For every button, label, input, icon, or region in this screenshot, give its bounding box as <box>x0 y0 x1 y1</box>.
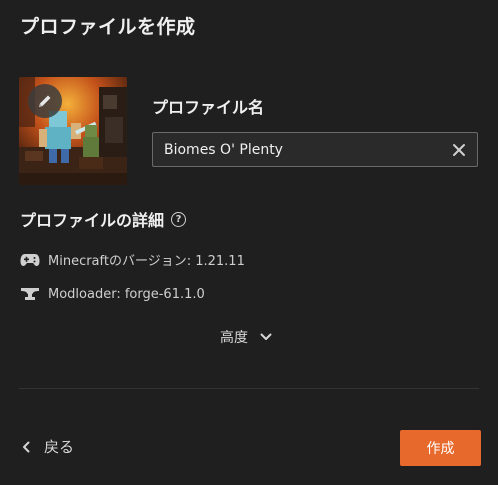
profile-name-field[interactable] <box>152 132 478 167</box>
edit-thumbnail-button[interactable] <box>28 84 62 118</box>
profile-details-heading: プロファイルの詳細 ? <box>20 207 187 231</box>
modloader-text: Modloader: forge-61.1.0 <box>48 286 205 302</box>
dialog-title: プロファイルを作成 <box>20 16 196 38</box>
profile-name-input[interactable] <box>164 133 434 166</box>
minecraft-version-row: Minecraftのバージョン: 1.21.11 <box>20 250 245 269</box>
anvil-icon <box>20 286 40 302</box>
chevron-down-icon <box>260 333 272 341</box>
chevron-left-icon <box>22 441 30 453</box>
create-button[interactable]: 作成 <box>400 430 481 466</box>
close-icon <box>453 144 465 156</box>
advanced-toggle[interactable]: 高度 <box>220 327 272 347</box>
help-icon[interactable]: ? <box>171 211 187 227</box>
profile-details-title: プロファイルの詳細 <box>20 211 165 230</box>
create-profile-dialog: プロファイルを作成 プロファイル名 Biomes O' Plenty プロファイ… <box>0 0 498 485</box>
clear-name-button[interactable] <box>451 142 467 158</box>
profile-thumbnail[interactable] <box>19 77 127 185</box>
advanced-label: 高度 <box>220 330 248 346</box>
edit-pencil-icon <box>39 95 51 107</box>
gamepad-icon <box>20 252 40 268</box>
back-label: 戻る <box>44 438 75 456</box>
minecraft-version-text: Minecraftのバージョン: 1.21.11 <box>48 254 245 269</box>
profile-name-label: プロファイル名 <box>152 98 265 117</box>
modloader-row: Modloader: forge-61.1.0 <box>20 286 205 302</box>
footer-divider <box>19 388 479 389</box>
back-button[interactable]: 戻る <box>22 436 74 457</box>
